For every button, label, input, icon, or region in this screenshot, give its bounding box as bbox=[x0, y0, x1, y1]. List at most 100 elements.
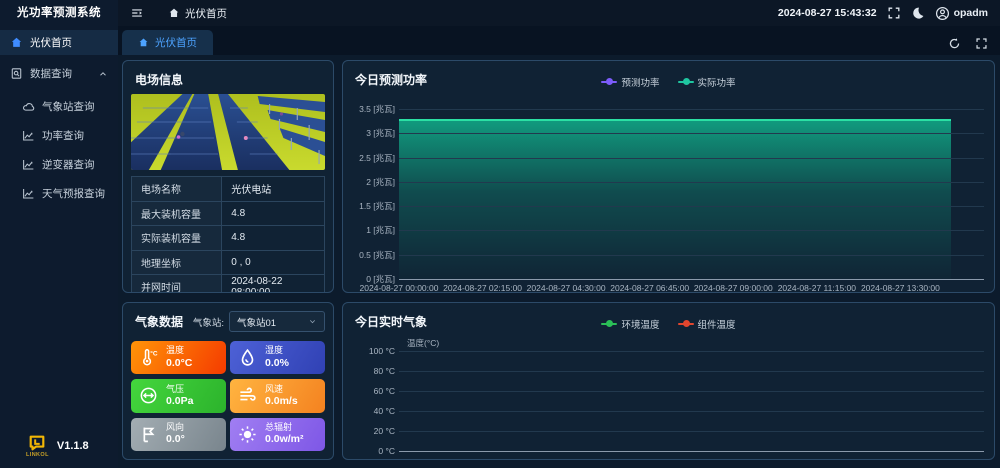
table-row: 并网时间 2024-08-22 08:00:00 bbox=[132, 275, 324, 293]
refresh-icon[interactable] bbox=[948, 37, 961, 50]
table-row: 地理坐标 0 , 0 bbox=[132, 251, 324, 276]
row-value: 0 , 0 bbox=[222, 251, 324, 275]
card-label: 总辐射 bbox=[265, 422, 304, 433]
y-tick-label: 1.5 [兆瓦] bbox=[359, 200, 395, 212]
weather-card-1: 温度0.0°C bbox=[131, 341, 226, 374]
wind-vane-icon bbox=[139, 425, 158, 444]
gridline bbox=[399, 371, 984, 372]
sidebar-item-label: 气象站查询 bbox=[42, 99, 95, 114]
app-root: 光功率预测系统 光伏首页 数据查询 气象站查询 功率查询 逆变器查询 bbox=[0, 0, 1000, 468]
sidebar-footer: LINKOL V1.1.8 bbox=[0, 426, 118, 468]
panel-power-forecast: 今日预测功率 预测功率实际功率 3.5 [兆瓦]3 [兆瓦]2.5 [兆瓦]2 … bbox=[342, 60, 995, 293]
legend-marker bbox=[601, 320, 617, 328]
legend-label: 环境温度 bbox=[621, 317, 659, 331]
panel-field-info: 电场信息 bbox=[122, 60, 334, 293]
card-label: 温度 bbox=[166, 345, 192, 356]
home-icon bbox=[138, 37, 149, 48]
station-select[interactable]: 气象站01 bbox=[229, 311, 325, 332]
gridline bbox=[399, 230, 984, 231]
table-row: 实际装机容量 4.8 bbox=[132, 226, 324, 251]
fullscreen-icon bbox=[887, 6, 901, 20]
weather-card-3: 气压0.0Pa bbox=[131, 379, 226, 412]
row-label: 电场名称 bbox=[132, 177, 222, 201]
y-axis-name: 温度(°C) bbox=[407, 337, 439, 349]
table-row: 电场名称 光伏电站 bbox=[132, 177, 324, 202]
sidebar-item-power-query[interactable]: 功率查询 bbox=[0, 123, 118, 148]
legend-marker bbox=[601, 78, 617, 86]
wind-icon bbox=[238, 386, 257, 405]
sidebar-fold-button[interactable] bbox=[130, 6, 144, 20]
sidebar-item-label: 天气预报查询 bbox=[42, 186, 105, 201]
row-label: 最大装机容量 bbox=[132, 202, 222, 226]
card-label: 气压 bbox=[166, 384, 193, 395]
card-label: 风速 bbox=[265, 384, 298, 395]
legend-label: 预测功率 bbox=[621, 75, 659, 89]
legend-item[interactable]: 预测功率 bbox=[601, 75, 659, 89]
row-label: 并网时间 bbox=[132, 275, 222, 293]
card-value: 0.0°C bbox=[166, 357, 192, 370]
dashboard-content: 电场信息 bbox=[118, 55, 1000, 468]
y-tick-label: 3 [兆瓦] bbox=[366, 127, 395, 139]
sidebar-item-forecast-query[interactable]: 天气预报查询 bbox=[0, 181, 118, 206]
moon-icon bbox=[911, 6, 925, 20]
y-tick-label: 40 °C bbox=[374, 406, 395, 416]
sidebar-item-label: 光伏首页 bbox=[30, 35, 72, 50]
card-label: 湿度 bbox=[265, 345, 289, 356]
legend-marker bbox=[678, 320, 694, 328]
row-label: 地理坐标 bbox=[132, 251, 222, 275]
tab-label: 光伏首页 bbox=[155, 35, 197, 50]
field-info-table: 电场名称 光伏电站 最大装机容量 4.8 实际装机容量 4.8 地理坐标 0 ,… bbox=[131, 176, 325, 293]
station-label: 气象站: bbox=[193, 315, 224, 329]
legend-label: 组件温度 bbox=[698, 317, 736, 331]
panel-weather-data: 气象数据 气象站: 气象站01 温度0.0°C湿度0.0%气压0.0Pa风速0.… bbox=[122, 302, 334, 460]
sidebar: 光功率预测系统 光伏首页 数据查询 气象站查询 功率查询 逆变器查询 bbox=[0, 0, 118, 468]
temperature-chart-plot bbox=[399, 351, 984, 451]
main-area: 光伏首页 2024-08-27 15:43:32 opadm 光伏首页 bbox=[118, 0, 1000, 468]
y-tick-label: 20 °C bbox=[374, 426, 395, 436]
tab-tools bbox=[948, 37, 988, 55]
brand-logo: LINKOL bbox=[26, 434, 49, 459]
card-value: 0.0m/s bbox=[265, 395, 298, 408]
gridline bbox=[399, 451, 984, 452]
station-selector-row: 气象站: 气象站01 bbox=[193, 311, 325, 332]
gridline bbox=[399, 411, 984, 412]
y-axis-labels: 3.5 [兆瓦]3 [兆瓦]2.5 [兆瓦]2 [兆瓦]1.5 [兆瓦]1 [兆… bbox=[353, 109, 399, 279]
sidebar-nav: 光伏首页 数据查询 气象站查询 功率查询 逆变器查询 天气预报查询 bbox=[0, 26, 118, 426]
top-header: 光伏首页 2024-08-27 15:43:32 opadm bbox=[118, 0, 1000, 26]
solar-farm-image bbox=[131, 94, 325, 170]
x-tick-label: 2024-08-27 11:15:00 bbox=[778, 283, 856, 293]
y-tick-label: 60 °C bbox=[374, 386, 395, 396]
sidebar-item-home[interactable]: 光伏首页 bbox=[0, 30, 118, 55]
legend-item[interactable]: 环境温度 bbox=[601, 317, 659, 331]
y-tick-label: 100 °C bbox=[369, 346, 395, 356]
card-value: 0.0w/m² bbox=[265, 433, 304, 446]
legend-item[interactable]: 实际功率 bbox=[678, 75, 736, 89]
expand-icon[interactable] bbox=[975, 37, 988, 50]
y-tick-label: 2.5 [兆瓦] bbox=[359, 152, 395, 164]
card-value: 0.0% bbox=[265, 357, 289, 370]
x-tick-label: 2024-08-27 00:00:00 bbox=[360, 283, 439, 293]
sidebar-item-label: 功率查询 bbox=[42, 128, 84, 143]
row-value: 光伏电站 bbox=[222, 177, 324, 201]
gridline bbox=[399, 182, 984, 183]
dark-mode-toggle[interactable] bbox=[911, 6, 925, 20]
sidebar-item-weather-station-query[interactable]: 气象站查询 bbox=[0, 94, 118, 119]
username: opadm bbox=[954, 7, 988, 19]
brand-name: LINKOL bbox=[26, 453, 49, 459]
gridline bbox=[399, 351, 984, 352]
tab-home[interactable]: 光伏首页 bbox=[122, 30, 213, 55]
x-tick-label: 2024-08-27 04:30:00 bbox=[527, 283, 606, 293]
x-tick-label: 2024-08-27 13:30:00 bbox=[861, 283, 940, 293]
legend-item[interactable]: 组件温度 bbox=[678, 317, 736, 331]
chart-legend: 环境温度 组件温度 bbox=[343, 317, 994, 331]
gridline bbox=[399, 391, 984, 392]
breadcrumb[interactable]: 光伏首页 bbox=[168, 6, 227, 21]
panel-realtime-weather: 今日实时气象 环境温度组件温度 温度(°C) 100 °C80 °C60 °C4… bbox=[342, 302, 995, 460]
linkol-logo-icon bbox=[28, 434, 46, 452]
sidebar-item-inverter-query[interactable]: 逆变器查询 bbox=[0, 152, 118, 177]
home-icon bbox=[168, 7, 180, 19]
user-menu[interactable]: opadm bbox=[935, 6, 988, 21]
chart-legend: 预测功率 实际功率 bbox=[343, 75, 994, 89]
fullscreen-button[interactable] bbox=[887, 6, 901, 20]
sidebar-group-data-query[interactable]: 数据查询 bbox=[0, 61, 118, 86]
